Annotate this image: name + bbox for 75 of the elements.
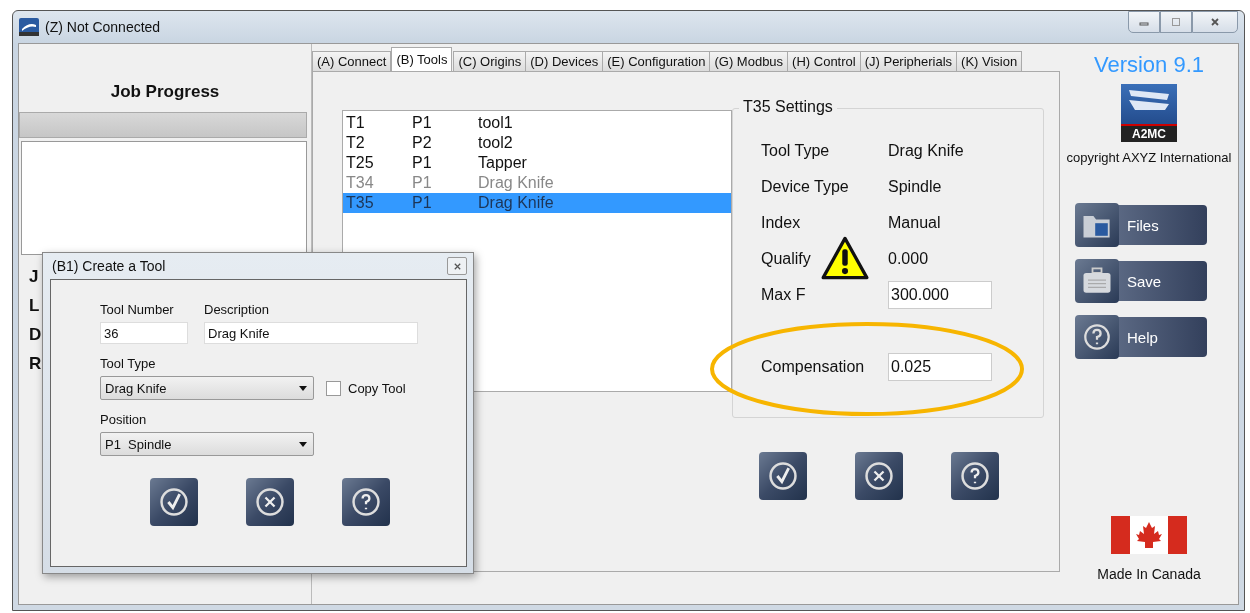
help-icon: [349, 485, 383, 519]
tab[interactable]: (A) Connect: [312, 51, 392, 71]
check-icon: [157, 485, 191, 519]
ok-button[interactable]: [759, 452, 807, 500]
app-icon: [19, 18, 39, 36]
panel-title: Job Progress: [109, 82, 221, 103]
job-label: L: [29, 296, 40, 316]
description-field[interactable]: Drag Knife: [204, 322, 418, 344]
window-title: (Z) Not Connected: [45, 19, 161, 35]
tool-row[interactable]: T2 P2 tool2: [343, 133, 731, 153]
setting-label: Qualify: [761, 250, 812, 268]
setting-value: 0.000: [888, 250, 929, 268]
sidebar-button[interactable]: Save: [1075, 261, 1207, 301]
tab[interactable]: (C) Origins: [453, 51, 527, 71]
setting-field[interactable]: 0.025: [888, 353, 992, 381]
minimize-button[interactable]: [1128, 11, 1160, 33]
setting-value: Spindle: [888, 178, 942, 196]
maximize-button[interactable]: [1160, 11, 1192, 33]
group-title: T35 Settings: [739, 98, 837, 116]
tool-row[interactable]: T35 P1 Drag Knife: [343, 193, 731, 213]
tool-row[interactable]: T1 P1 tool1: [343, 113, 731, 133]
field-label: Tool Number: [100, 302, 175, 317]
cancel-button[interactable]: [246, 478, 294, 526]
tool-row[interactable]: T34 P1 Drag Knife: [343, 173, 731, 193]
warning-icon: [821, 236, 869, 280]
maximize-icon: [1171, 17, 1181, 27]
caret-icon: [299, 385, 307, 391]
setting-label: Tool Type: [761, 142, 831, 160]
tab[interactable]: (K) Vision: [956, 51, 1023, 71]
close-button[interactable]: [447, 257, 467, 275]
position-dropdown[interactable]: P1 Spindle: [100, 432, 314, 456]
field-label: Description: [204, 302, 271, 317]
tab[interactable]: (G) Modbus: [709, 51, 789, 71]
copyright-text: copyright AXYZ International: [1066, 150, 1232, 165]
close-icon: [1210, 17, 1220, 27]
flag-icon: [1111, 516, 1187, 554]
tab[interactable]: (J) Peripherials: [859, 51, 958, 71]
cancel-button[interactable]: [855, 452, 903, 500]
setting-field[interactable]: 300.000: [888, 281, 992, 309]
setting-value: Manual: [888, 214, 941, 232]
checkbox-label: Copy Tool: [348, 380, 406, 396]
tool-row[interactable]: T25 P1 Tapper: [343, 153, 731, 173]
job-label: J: [29, 267, 39, 287]
ok-button[interactable]: [150, 478, 198, 526]
help-icon: [958, 459, 992, 493]
tab[interactable]: (E) Configuration: [602, 51, 711, 71]
tab[interactable]: (B) Tools: [391, 47, 453, 71]
setting-label: Index: [761, 214, 802, 232]
cancel-icon: [253, 485, 287, 519]
version-label: Version 9.1: [1093, 52, 1205, 78]
tool-number-field[interactable]: 36: [100, 322, 188, 344]
job-label: D: [29, 325, 42, 345]
tool-type-dropdown[interactable]: Drag Knife: [100, 376, 314, 400]
setting-value: Drag Knife: [888, 142, 964, 160]
tab[interactable]: (D) Devices: [525, 51, 604, 71]
help-button[interactable]: [342, 478, 390, 526]
sidebar-button[interactable]: Help: [1075, 317, 1207, 357]
close-button[interactable]: [1192, 11, 1238, 33]
dialog-title: (B1) Create a Tool: [52, 258, 166, 274]
copy-tool-checkbox[interactable]: [326, 380, 341, 396]
close-icon: [452, 261, 462, 271]
field-label: Tool Type: [100, 356, 157, 371]
field-label: Position: [100, 412, 148, 427]
setting-label: Max F: [761, 286, 807, 304]
help-button[interactable]: [951, 452, 999, 500]
tab[interactable]: (H) Control: [787, 51, 861, 71]
setting-label: Compensation: [761, 358, 866, 376]
check-icon: [766, 459, 800, 493]
sidebar-button[interactable]: Files: [1075, 205, 1207, 245]
job-label: R: [29, 354, 42, 374]
app-logo: A2MC: [1121, 84, 1177, 142]
caret-icon: [299, 441, 307, 447]
setting-label: Device Type: [761, 178, 850, 196]
made-in-text: Made In Canada: [1097, 566, 1201, 582]
cancel-icon: [862, 459, 896, 493]
